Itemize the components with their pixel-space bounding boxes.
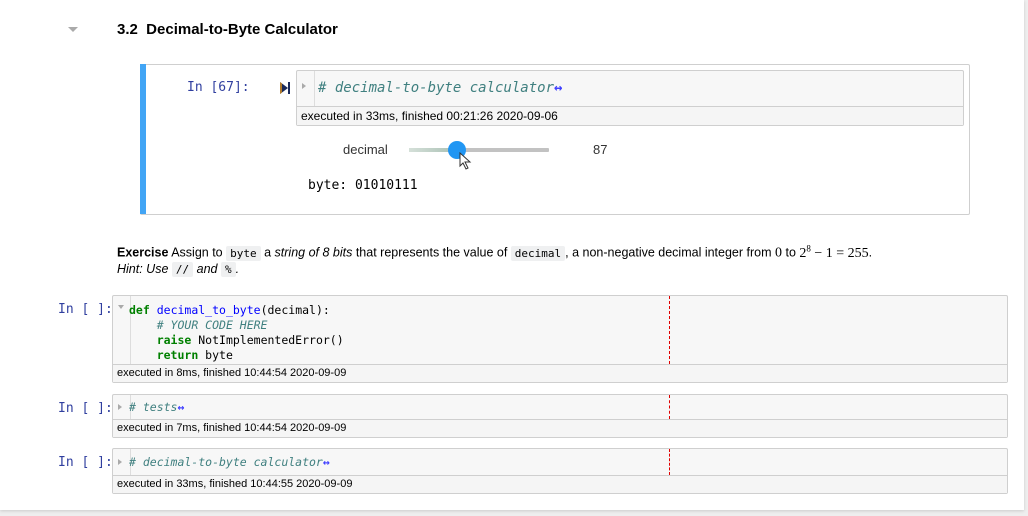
text: to [782,245,800,260]
code-comment: # decimal-to-byte calculator [129,455,323,469]
section-title: 3.2 Decimal-to-Byte Calculator [117,21,338,38]
line-length-ruler [669,449,670,475]
slider-value: 87 [593,142,608,157]
text: . [235,262,240,276]
code-text: NotImplementedError() [191,333,344,347]
emphasis: string of 8 bits [274,245,353,260]
text: , a non-negative decimal integer from [565,245,775,260]
text: that represents the value of [352,245,511,260]
code-gutter [297,71,315,107]
keyword: def [129,303,150,317]
function-name: decimal_to_byte [156,303,261,317]
code-input[interactable]: # decimal-to-byte calculator↔ executed i… [112,448,1008,494]
code-input[interactable]: def decimal_to_byte(decimal): # YOUR COD… [112,295,1008,383]
exercise-text: Exercise Assign to byte a string of 8 bi… [117,243,872,262]
cell-output: byte: 01010111 [308,178,418,193]
caret-down-icon[interactable] [68,27,78,32]
folded-code-ellipsis-icon[interactable]: ↔ [554,80,562,96]
line-length-ruler [669,395,670,419]
code-comment: # tests [129,400,178,414]
execution-info: executed in 8ms, finished 10:44:54 2020-… [113,364,1007,382]
run-cell-icon[interactable] [279,81,291,95]
exercise-label: Exercise [117,245,169,260]
code-text: byte [198,348,233,362]
cell-prompt: In [ ]: [58,401,113,416]
text: Hint: Use [117,262,172,276]
math: 0 [775,245,782,261]
math: 28 − 1 = 255 [799,243,869,261]
cell-prompt: In [ ]: [58,455,113,470]
inline-code: byte [226,245,261,261]
keyword: return [156,348,199,362]
execution-info: executed in 33ms, finished 10:44:55 2020… [113,475,1007,493]
code-block: def decimal_to_byte(decimal): # YOUR COD… [129,303,344,363]
fold-collapse-icon[interactable] [118,305,124,309]
hint-text: Hint: Use // and %. [117,262,240,277]
text: . [868,245,873,260]
fold-expand-icon[interactable] [118,459,122,465]
inline-code: // [171,262,194,277]
inline-code: decimal [510,245,566,261]
line-length-ruler [669,296,670,364]
cell-prompt: In [67]: [187,80,250,95]
inline-code: % [220,262,236,277]
notebook-page: 3.2 Decimal-to-Byte Calculator In [67]: … [0,0,1024,510]
code-comment: # YOUR CODE HERE [156,318,268,332]
code-comment: # decimal-to-byte calculator [318,80,555,96]
fold-expand-icon[interactable] [302,83,306,89]
execution-info: executed in 7ms, finished 10:44:54 2020-… [113,419,1007,437]
code-text: (decimal): [260,303,330,317]
code-input[interactable]: # decimal-to-byte calculator↔ executed i… [296,70,964,126]
code-line: # tests↔ [129,400,184,415]
code-input[interactable]: # tests↔ executed in 7ms, finished 10:44… [112,394,1008,438]
selected-cell-indicator [140,64,146,214]
cell-prompt: In [ ]: [58,302,113,317]
fold-expand-icon[interactable] [118,404,122,410]
text: and [193,262,221,276]
slider-label: decimal [343,142,388,157]
folded-code-ellipsis-icon[interactable]: ↔ [177,400,184,414]
math-rest: − 1 = 255 [810,245,869,261]
keyword: raise [156,333,192,347]
code-line: # decimal-to-byte calculator↔ [129,455,330,470]
execution-info: executed in 33ms, finished 00:21:26 2020… [297,106,963,125]
text: a [260,245,275,260]
mouse-cursor-icon [459,152,472,170]
folded-code-ellipsis-icon[interactable]: ↔ [323,455,330,469]
text: Assign to [168,245,227,260]
code-line: # decimal-to-byte calculator↔ [318,79,562,97]
